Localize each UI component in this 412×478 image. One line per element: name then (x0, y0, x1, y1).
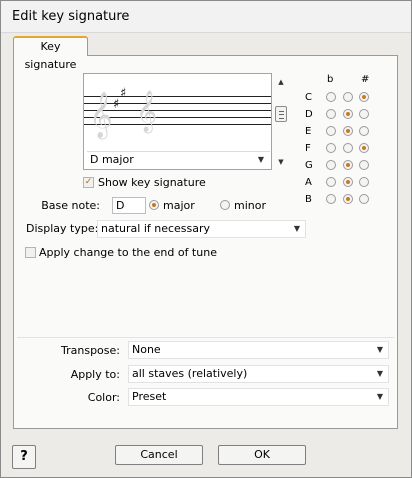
note-label-e: E (305, 126, 312, 137)
color-label: Color: (87, 391, 120, 404)
scroll-thumb[interactable] (275, 106, 287, 122)
sharp-icon: ♯ (113, 97, 119, 112)
sharp-icon: ♯ (120, 86, 126, 101)
b-sharp-radio[interactable] (359, 194, 369, 204)
color-select[interactable]: Preset ▼ (128, 388, 389, 406)
c-natural-radio[interactable] (343, 92, 353, 102)
minor-radio[interactable] (220, 200, 230, 210)
preview-scrollbar[interactable]: ▲ ▼ (275, 76, 287, 168)
g-sharp-radio[interactable] (359, 160, 369, 170)
a-natural-radio[interactable] (343, 177, 353, 187)
display-type-label: Display type: (26, 222, 99, 235)
e-natural-radio[interactable] (343, 126, 353, 136)
note-label-a: A (305, 177, 312, 188)
color-value: Preset (132, 390, 167, 403)
cancel-button[interactable]: Cancel (115, 445, 203, 465)
note-label-c: C (305, 92, 312, 103)
minor-label: minor (234, 199, 266, 212)
major-radio[interactable] (149, 200, 159, 210)
key-signature-preview: 𝄞 𝄞 ♯ ♯ D major ▼ (83, 73, 272, 170)
apply-to-select[interactable]: all staves (relatively) ▼ (128, 365, 389, 383)
transpose-value: None (132, 343, 161, 356)
scroll-up-icon[interactable]: ▲ (275, 76, 287, 88)
treble-clef-icon: 𝄞 (89, 92, 113, 140)
apply-to-end-label: Apply change to the end of tune (39, 246, 217, 259)
d-flat-radio[interactable] (326, 109, 336, 119)
display-type-select[interactable]: natural if necessary ▼ (97, 220, 306, 238)
f-flat-radio[interactable] (326, 143, 336, 153)
panel-divider (17, 337, 394, 338)
b-natural-radio[interactable] (343, 194, 353, 204)
window-title: Edit key signature (12, 9, 130, 24)
f-natural-radio[interactable] (343, 143, 353, 153)
transpose-select[interactable]: None ▼ (128, 341, 389, 359)
chevron-down-icon: ▼ (376, 369, 383, 378)
apply-to-value: all staves (relatively) (132, 367, 248, 380)
d-natural-radio[interactable] (343, 109, 353, 119)
base-note-input[interactable] (112, 197, 146, 214)
apply-to-label: Apply to: (70, 368, 120, 381)
key-select-value: D major (90, 153, 134, 166)
e-flat-radio[interactable] (326, 126, 336, 136)
chevron-down-icon: ▼ (293, 224, 300, 233)
show-key-signature-checkbox[interactable]: ✓ (83, 177, 94, 188)
g-natural-radio[interactable] (343, 160, 353, 170)
note-label-b: B (305, 194, 312, 205)
title-bar[interactable]: Edit key signature (1, 1, 411, 33)
e-sharp-radio[interactable] (359, 126, 369, 136)
display-type-value: natural if necessary (101, 222, 211, 235)
f-sharp-radio[interactable] (359, 143, 369, 153)
a-flat-radio[interactable] (326, 177, 336, 187)
a-sharp-radio[interactable] (359, 177, 369, 187)
note-label-f: F (305, 143, 311, 154)
b-flat-radio[interactable] (326, 194, 336, 204)
scroll-down-icon[interactable]: ▼ (275, 156, 287, 168)
note-label-g: G (305, 160, 313, 171)
major-label: major (163, 199, 195, 212)
flat-column-header: b (327, 74, 334, 85)
transpose-label: Transpose: (61, 344, 120, 357)
dialog-window: Edit key signature Key signature 𝄞 𝄞 ♯ ♯… (0, 0, 412, 478)
chevron-down-icon: ▼ (376, 392, 383, 401)
c-flat-radio[interactable] (326, 92, 336, 102)
sharp-column-header: # (361, 74, 370, 85)
apply-to-end-checkbox[interactable] (25, 247, 36, 258)
note-label-d: D (305, 109, 313, 120)
c-sharp-radio[interactable] (359, 92, 369, 102)
key-select[interactable]: D major ▼ (87, 151, 270, 168)
tab-key-signature[interactable]: Key signature (13, 36, 88, 71)
help-button[interactable]: ? (12, 445, 36, 469)
d-sharp-radio[interactable] (359, 109, 369, 119)
g-flat-radio[interactable] (326, 160, 336, 170)
ok-button[interactable]: OK (218, 445, 306, 465)
ghost-clef-icon: 𝄞 (136, 90, 157, 133)
show-key-signature-label: Show key signature (98, 176, 206, 189)
chevron-down-icon: ▼ (257, 155, 264, 164)
base-note-label: Base note: (41, 199, 100, 212)
checkmark-icon: ✓ (84, 177, 93, 187)
chevron-down-icon: ▼ (376, 345, 383, 354)
staff-preview: 𝄞 𝄞 ♯ ♯ (84, 86, 271, 140)
